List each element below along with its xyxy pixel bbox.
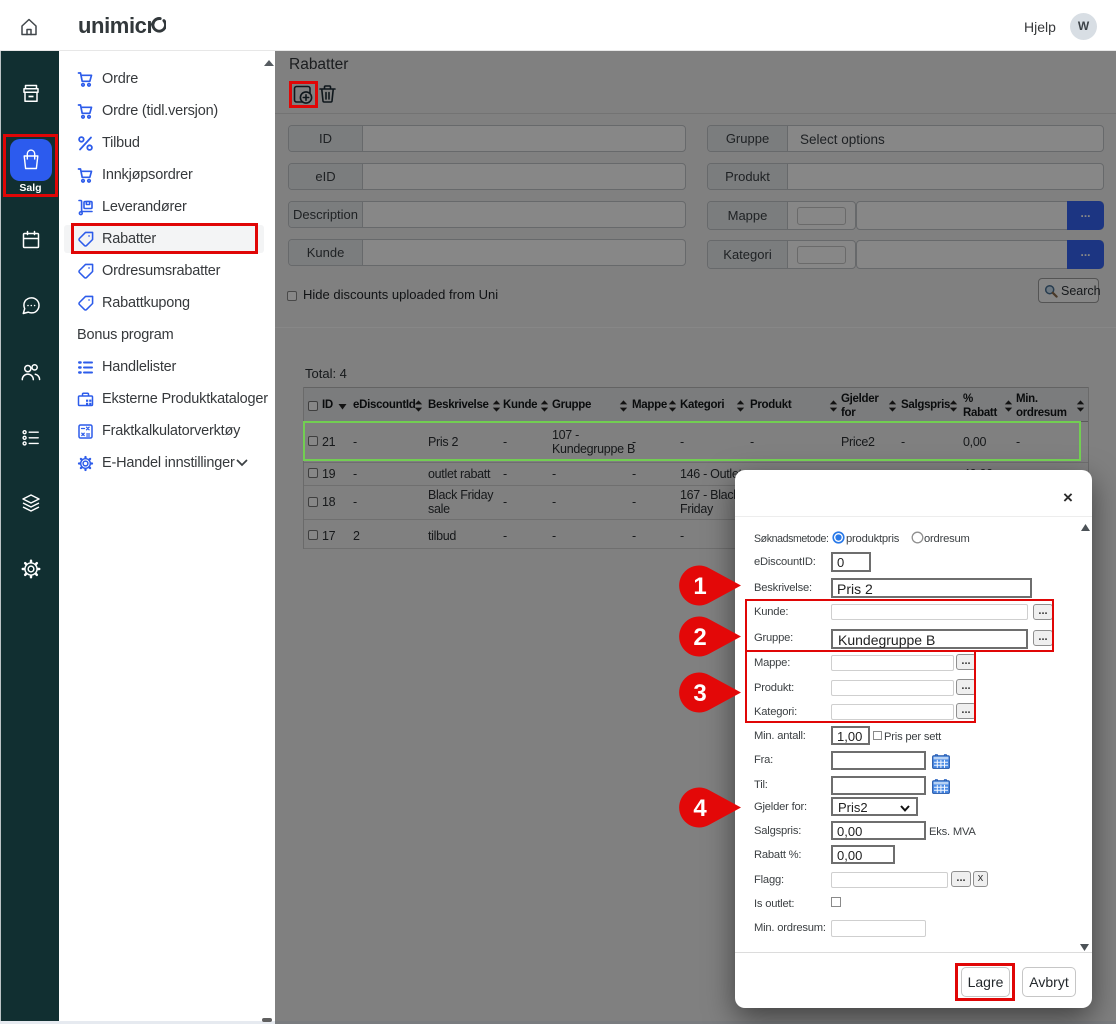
svg-text:4: 4 xyxy=(693,795,707,822)
svg-text:3: 3 xyxy=(693,680,706,707)
svg-text:2: 2 xyxy=(693,624,706,651)
svg-text:1: 1 xyxy=(693,573,706,600)
